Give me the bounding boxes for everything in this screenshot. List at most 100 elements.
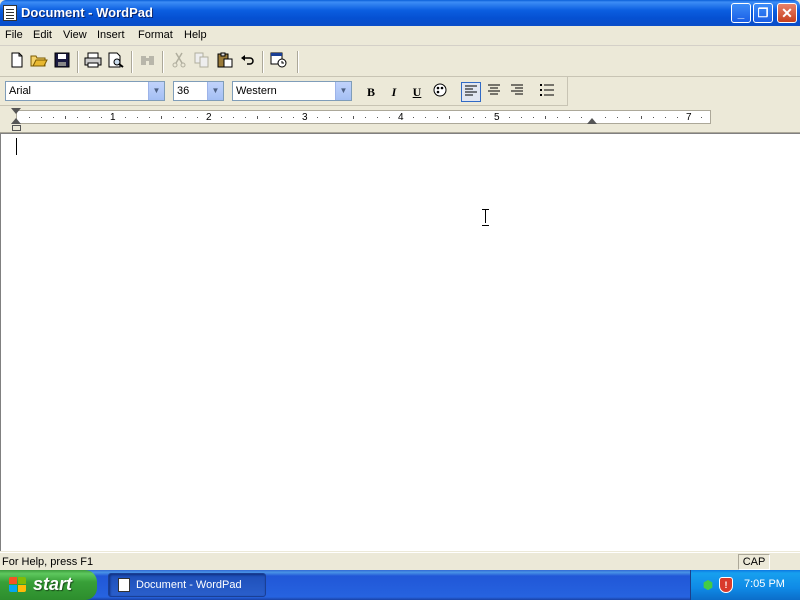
- clock[interactable]: 7:05 PM: [744, 578, 785, 590]
- menu-insert[interactable]: Insert: [97, 29, 125, 41]
- script-value: Western: [236, 85, 277, 97]
- find-icon[interactable]: [139, 52, 157, 70]
- ruler-tick: [173, 117, 174, 118]
- bullets-icon[interactable]: [537, 82, 557, 102]
- menu-format[interactable]: Format: [138, 29, 173, 41]
- status-bar: For Help, press F1 CAP: [0, 552, 800, 570]
- align-right-icon[interactable]: [507, 82, 527, 102]
- ibeam-cursor-icon: [482, 209, 490, 226]
- open-icon[interactable]: [30, 52, 48, 70]
- ruler-tick: [449, 116, 450, 119]
- network-icon[interactable]: ⬢: [701, 578, 715, 592]
- script-select[interactable]: Western ▼: [232, 81, 352, 101]
- taskbar-item-label: Document - WordPad: [136, 579, 242, 591]
- toolbar-separator: [77, 51, 79, 73]
- ruler-tick: [425, 117, 426, 118]
- document-area[interactable]: [0, 133, 800, 551]
- ruler-number: 5: [494, 112, 500, 123]
- align-center-icon[interactable]: [484, 82, 504, 102]
- system-tray: ⬢ ! 7:05 PM: [690, 570, 800, 600]
- security-shield-icon[interactable]: !: [719, 577, 733, 593]
- ruler-tick: [269, 117, 270, 118]
- restore-button[interactable]: ❐: [753, 3, 773, 23]
- chevron-down-icon[interactable]: ▼: [207, 82, 223, 100]
- ruler-tick: [533, 117, 534, 118]
- ruler[interactable]: 1 2 3 4 5 7: [0, 106, 800, 133]
- ruler-tick: [293, 117, 294, 118]
- ruler-tick: [89, 117, 90, 118]
- chevron-down-icon[interactable]: ▼: [148, 82, 164, 100]
- chevron-down-icon[interactable]: ▼: [335, 82, 351, 100]
- cut-icon[interactable]: [170, 52, 188, 70]
- ruler-tick: [437, 117, 438, 118]
- menu-view[interactable]: View: [63, 29, 87, 41]
- print-preview-icon[interactable]: [107, 52, 125, 70]
- ruler-number: 1: [110, 112, 116, 123]
- toolbar-separator: [162, 51, 164, 73]
- ruler-tick: [221, 117, 222, 118]
- ruler-tick: [581, 117, 582, 118]
- format-bar: Arial ▼ 36 ▼ Western ▼ B I U: [0, 77, 568, 106]
- copy-icon[interactable]: [193, 52, 211, 70]
- ruler-tick: [77, 117, 78, 118]
- start-button[interactable]: start: [0, 570, 97, 600]
- font-size-select[interactable]: 36 ▼: [173, 81, 224, 101]
- ruler-tick: [473, 117, 474, 118]
- menu-edit[interactable]: Edit: [33, 29, 52, 41]
- status-help-text: For Help, press F1: [2, 556, 94, 568]
- ruler-tick: [653, 117, 654, 118]
- ruler-tick: [485, 117, 486, 118]
- ruler-tick: [185, 117, 186, 118]
- ruler-tick: [521, 117, 522, 118]
- font-size-value: 36: [177, 85, 190, 97]
- menu-file[interactable]: File: [5, 29, 23, 41]
- date-time-icon[interactable]: [270, 52, 288, 70]
- font-name-value: Arial: [9, 85, 32, 97]
- menu-bar: File Edit View Insert Format Help: [0, 26, 800, 46]
- ruler-tick: [665, 117, 666, 118]
- menu-help[interactable]: Help: [184, 29, 207, 41]
- save-icon[interactable]: [53, 52, 71, 70]
- taskbar: start Document - WordPad ⬢ ! 7:05 PM: [0, 570, 800, 600]
- ruler-tick: [65, 116, 66, 119]
- close-button[interactable]: ✕: [777, 3, 797, 23]
- color-palette-icon[interactable]: [430, 82, 450, 102]
- new-icon[interactable]: [8, 52, 26, 70]
- ruler-tick: [257, 116, 258, 119]
- minimize-button[interactable]: _: [731, 3, 751, 23]
- title-bar[interactable]: Document - WordPad _ ❐ ✕: [0, 0, 800, 26]
- taskbar-item-wordpad[interactable]: Document - WordPad: [108, 573, 266, 597]
- print-icon[interactable]: [84, 52, 102, 70]
- ruler-tick: [701, 117, 702, 118]
- ruler-tick: [353, 116, 354, 119]
- ruler-tick: [137, 117, 138, 118]
- left-indent-marker[interactable]: [11, 118, 21, 124]
- windows-logo-icon: [9, 577, 27, 593]
- ruler-tick: [545, 116, 546, 119]
- toolbar-separator: [131, 51, 133, 73]
- toolbar-separator: [262, 51, 264, 73]
- underline-button[interactable]: U: [407, 82, 427, 102]
- paste-icon[interactable]: [216, 52, 234, 70]
- text-caret: [16, 138, 17, 155]
- ruler-tick: [101, 117, 102, 118]
- left-margin-marker[interactable]: [12, 125, 21, 131]
- ruler-tick: [29, 117, 30, 118]
- ruler-number: 3: [302, 112, 308, 123]
- undo-icon[interactable]: [239, 52, 257, 70]
- align-left-icon[interactable]: [461, 82, 481, 102]
- wordpad-app-icon[interactable]: [3, 5, 17, 21]
- ruler-tick: [461, 117, 462, 118]
- ruler-tick: [617, 117, 618, 118]
- ruler-tick: [233, 117, 234, 118]
- first-line-indent-marker[interactable]: [11, 108, 21, 114]
- bold-button[interactable]: B: [361, 82, 381, 102]
- ruler-tick: [389, 117, 390, 118]
- ruler-strip: 1 2 3 4 5 7: [16, 110, 711, 124]
- right-indent-marker[interactable]: [587, 118, 597, 124]
- ruler-tick: [149, 117, 150, 118]
- ruler-tick: [317, 117, 318, 118]
- italic-button[interactable]: I: [384, 82, 404, 102]
- font-name-select[interactable]: Arial ▼: [5, 81, 165, 101]
- ruler-tick: [245, 117, 246, 118]
